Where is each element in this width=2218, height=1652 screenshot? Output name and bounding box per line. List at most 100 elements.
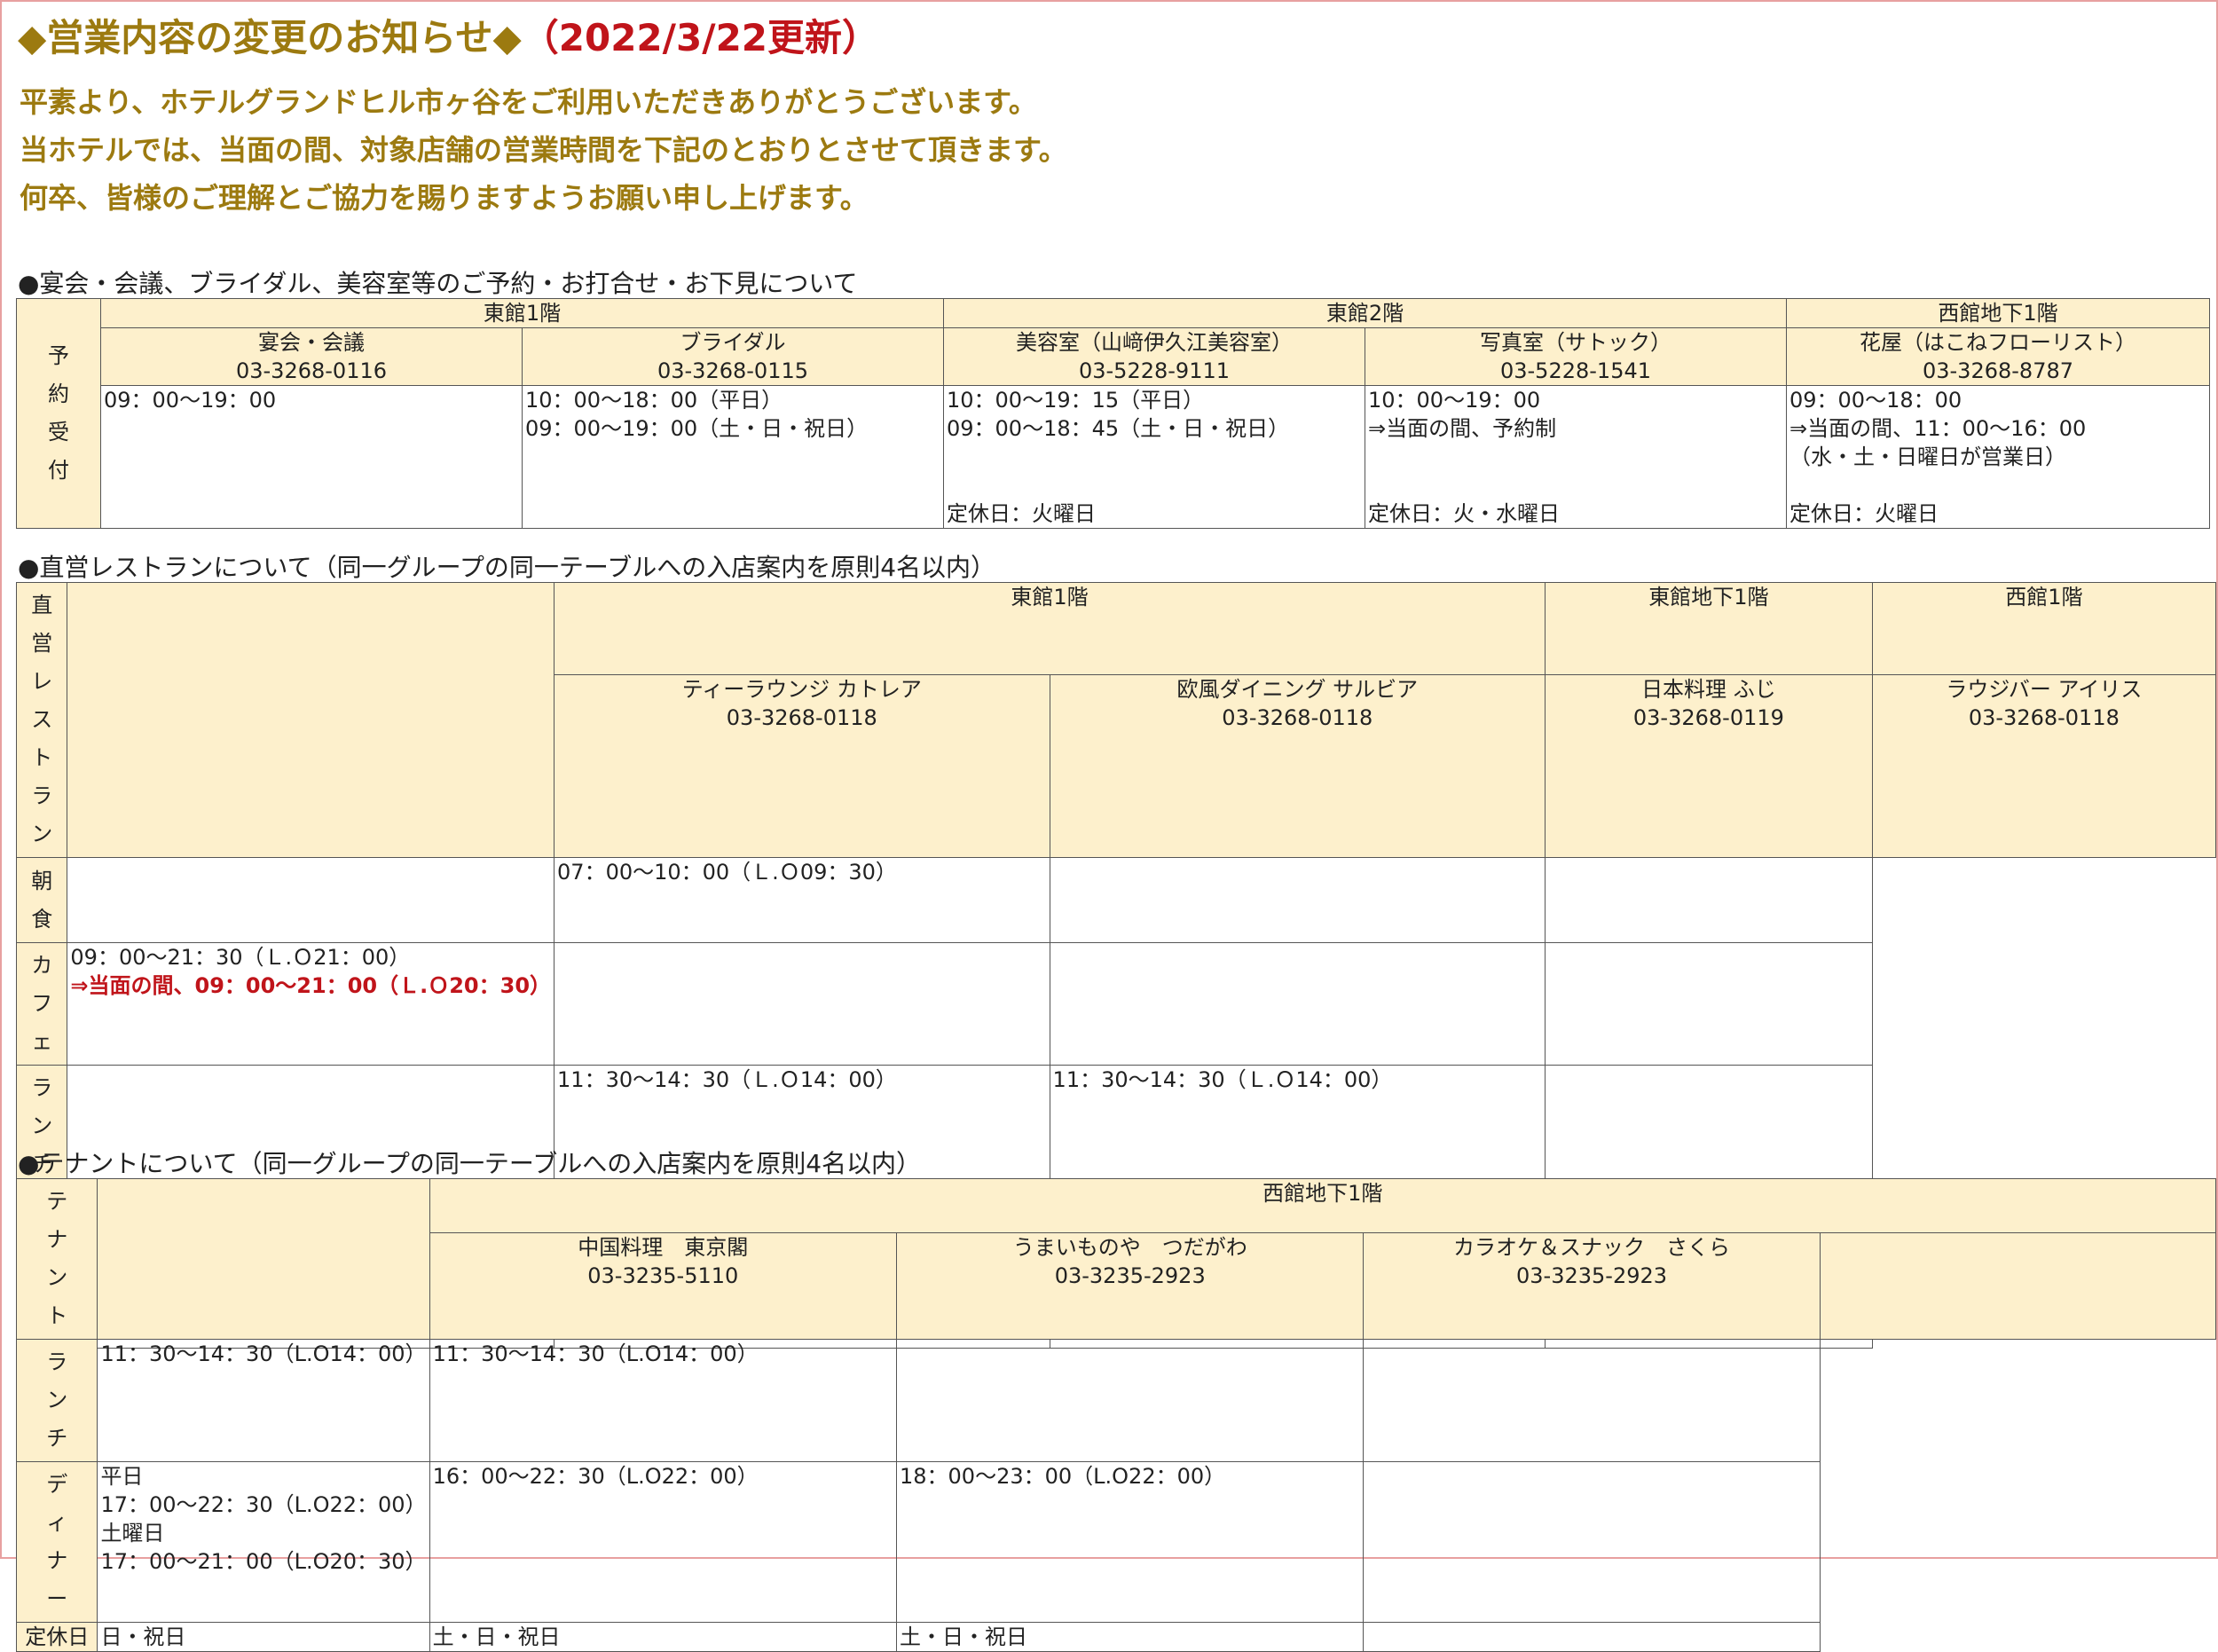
restaurant-header: 日本料理 ふじ 03-3268-0119 (1545, 674, 1873, 858)
venue-phone: 03-3268-0116 (235, 358, 387, 383)
hours-change-note: ⇒当面の間、09：00〜21：00（Ｌ.Ｏ20：30） (70, 973, 552, 998)
restaurants-side-label: 直営レストラン (15, 582, 68, 858)
side-label-char: ン (31, 822, 53, 846)
side-label-char: 約 (48, 382, 69, 406)
venue-hours-cell: 10：00〜19：00 ⇒当面の間、予約制 定休日：火・水曜日 (1365, 385, 1787, 529)
hours-cell (1545, 942, 1873, 1066)
hours-text: 11：30〜14：30（L.O14：00） (432, 1341, 759, 1366)
meal-label-char: ン (31, 1113, 53, 1138)
meal-label-char: 食 (31, 906, 53, 932)
meal-label: ディナー (15, 1461, 98, 1623)
side-label-char: レ (31, 669, 53, 694)
title-main: ◆営業内容の変更のお知らせ◆ (18, 16, 522, 59)
restaurant-header: ティーラウンジ カトレア 03-3268-0118 (554, 674, 1050, 858)
venue-hours-cell: 09：00〜18：00 ⇒当面の間、11：00〜16：00 （水・土・日曜日が営業日… (1786, 385, 2210, 529)
tenant-name (1823, 1233, 2213, 1261)
tenant-header (1819, 1231, 2217, 1341)
title-date: （2022/3/22更新） (521, 16, 880, 59)
tenant-phone (1823, 1262, 2213, 1290)
venue-closed-days: 定休日：火曜日 (947, 501, 1096, 526)
venue-hours-cell: 09：00〜19：00 (100, 385, 523, 529)
restaurant-header: ラウジバー アイリス 03-3268-0118 (1871, 674, 2217, 858)
restaurant-floor: 東館地下1階 (1545, 581, 1873, 676)
venue-name: 花屋（はこねフローリスト） (1860, 330, 2136, 355)
tenant-phone: 03-3235-2923 (1516, 1263, 1668, 1288)
hours-text: 11：30〜14：30（Ｌ.Ｏ14：00） (1052, 1067, 1393, 1092)
meal-label-char: ナ (46, 1548, 68, 1573)
tenant-phone: 03-3235-5110 (587, 1263, 739, 1288)
venue-header: ブライダル 03-3268-0115 (522, 327, 944, 386)
restaurants-heading: ●直営レストランについて（同一グループの同一テーブルへの入店案内を原則4名以内） (18, 553, 996, 582)
restaurant-name: 欧風ダイニング サルビア (1176, 677, 1419, 703)
restaurant-phone: 03-3268-0118 (1222, 705, 1373, 731)
venue-hours: ⇒当面の間、予約制 (1368, 416, 1557, 441)
tenants-table: テナント 西館地下1階 中国料理 東京閣 03-3235-5110 うまいものや つ… (15, 1178, 2217, 1652)
hours-cell: 18：00〜23：00（L.O22：00） (895, 1461, 1365, 1623)
tenant-name: 中国料理 東京閣 (578, 1234, 749, 1260)
side-label-char: 予 (48, 343, 69, 368)
side-label-char: 営 (31, 631, 53, 656)
side-label-char: テ (46, 1189, 68, 1214)
closed-days-cell: 土・日・祝日 (895, 1622, 1365, 1652)
reservation-side-label: 予約受付 (16, 298, 101, 529)
hours-text: 17：00〜21：00（L.O20：30） (100, 1549, 427, 1574)
tenants-heading: ●テナントについて（同一グループの同一テーブルへの入店案内を原則4名以内） (18, 1149, 922, 1178)
hours-text: 土曜日 (100, 1521, 165, 1546)
meal-label-char: ェ (31, 1029, 53, 1054)
hours-cell: 11：30〜14：30（Ｌ.Ｏ14：00） (1049, 1065, 1546, 1188)
venue-hours-cell: 10：00〜19：15（平日） 09：00〜18：45（土・日・祝日） 定休日：火曜… (943, 385, 1365, 529)
intro-line-3: 何卒、皆様のご理解とご協力を賜りますようお願い申し上げます。 (20, 181, 869, 215)
venue-phone: 03-5228-1541 (1499, 358, 1651, 383)
notice-title: ◆営業内容の変更のお知らせ◆（2022/3/22更新） (18, 11, 879, 66)
hours-text: 09：00〜21：30（Ｌ.Ｏ21：00） (70, 945, 411, 970)
hours-text: 11：30〜14：30（L.O14：00） (100, 1341, 427, 1366)
venue-hours: 10：00〜19：15（平日） (947, 388, 1205, 413)
hours-cell: 09：00〜21：30（Ｌ.Ｏ21：00） ⇒当面の間、09：00〜21：00（Ｌ… (67, 942, 555, 1066)
restaurants-corner (67, 582, 555, 858)
meal-label-char: ィ (46, 1510, 68, 1535)
restaurant-header: 欧風ダイニング サルビア 03-3268-0118 (1049, 674, 1546, 858)
venue-name: 宴会・会議 (258, 330, 365, 355)
hours-cell (1363, 1461, 1821, 1623)
venue-header: 美容室（山﨑伊久江美容室） 03-5228-9111 (943, 327, 1365, 386)
side-label-char: 付 (48, 458, 69, 483)
hours-cell (1049, 942, 1546, 1066)
meal-label-char: ラ (31, 1075, 53, 1100)
meal-label: ランチ (15, 1339, 98, 1462)
venue-phone: 03-3268-8787 (1922, 358, 2073, 383)
venue-hours: （水・土・日曜日が営業日） (1789, 444, 2066, 469)
tenant-name: カラオケ＆スナック さくら (1453, 1234, 1731, 1260)
hours-cell: 07：00〜10：00（Ｌ.Ｏ09：30） (554, 857, 1050, 943)
reservation-floor: 東館2階 (943, 298, 1787, 328)
venue-phone: 03-3268-0115 (657, 358, 808, 383)
hours-cell (1363, 1339, 1821, 1462)
restaurant-name: ティーラウンジ カトレア (681, 677, 922, 703)
hours-cell: 11：30〜14：30（L.O14：00） (97, 1339, 430, 1462)
side-label-char: ト (31, 745, 53, 770)
tenant-phone: 03-3235-2923 (1054, 1263, 1206, 1288)
hours-cell: 平日 17：00〜22：30（L.O22：00） 土曜日 17：00〜21：00（L.… (97, 1461, 430, 1623)
venue-closed-days: 定休日：火曜日 (1789, 501, 1939, 526)
reservation-heading: ●宴会・会議、ブライダル、美容室等のご予約・お打合せ・お下見について (18, 269, 858, 298)
closed-days-cell: 土・日・祝日 (429, 1622, 898, 1652)
meal-label-char: ン (46, 1388, 68, 1412)
tenant-header: 中国料理 東京閣 03-3235-5110 (429, 1231, 898, 1341)
closed-days-cell: 日・祝日 (97, 1622, 430, 1652)
restaurant-floor: 東館1階 (554, 581, 1546, 676)
side-label-char: ト (46, 1303, 68, 1328)
meal-label-char: 朝 (31, 868, 53, 893)
venue-header: 花屋（はこねフローリスト） 03-3268-8787 (1786, 327, 2210, 386)
hours-cell (1545, 857, 1873, 943)
meal-label: カフェ (15, 942, 68, 1066)
restaurant-name: ラウジバー アイリス (1946, 677, 2143, 703)
side-label-char: ス (31, 707, 53, 732)
meal-label: 朝食 (15, 857, 68, 943)
venue-hours: 09：00〜19：00（土・日・祝日） (525, 416, 869, 441)
hours-text: 18：00〜23：00（L.O22：00） (900, 1464, 1226, 1489)
side-label-char: 受 (48, 420, 69, 444)
restaurant-phone: 03-3268-0119 (1632, 705, 1784, 731)
venue-header: 写真室（サトック） 03-5228-1541 (1365, 327, 1787, 386)
venue-closed-days: 定休日：火・水曜日 (1368, 501, 1560, 526)
side-label-char: ラ (31, 783, 53, 808)
